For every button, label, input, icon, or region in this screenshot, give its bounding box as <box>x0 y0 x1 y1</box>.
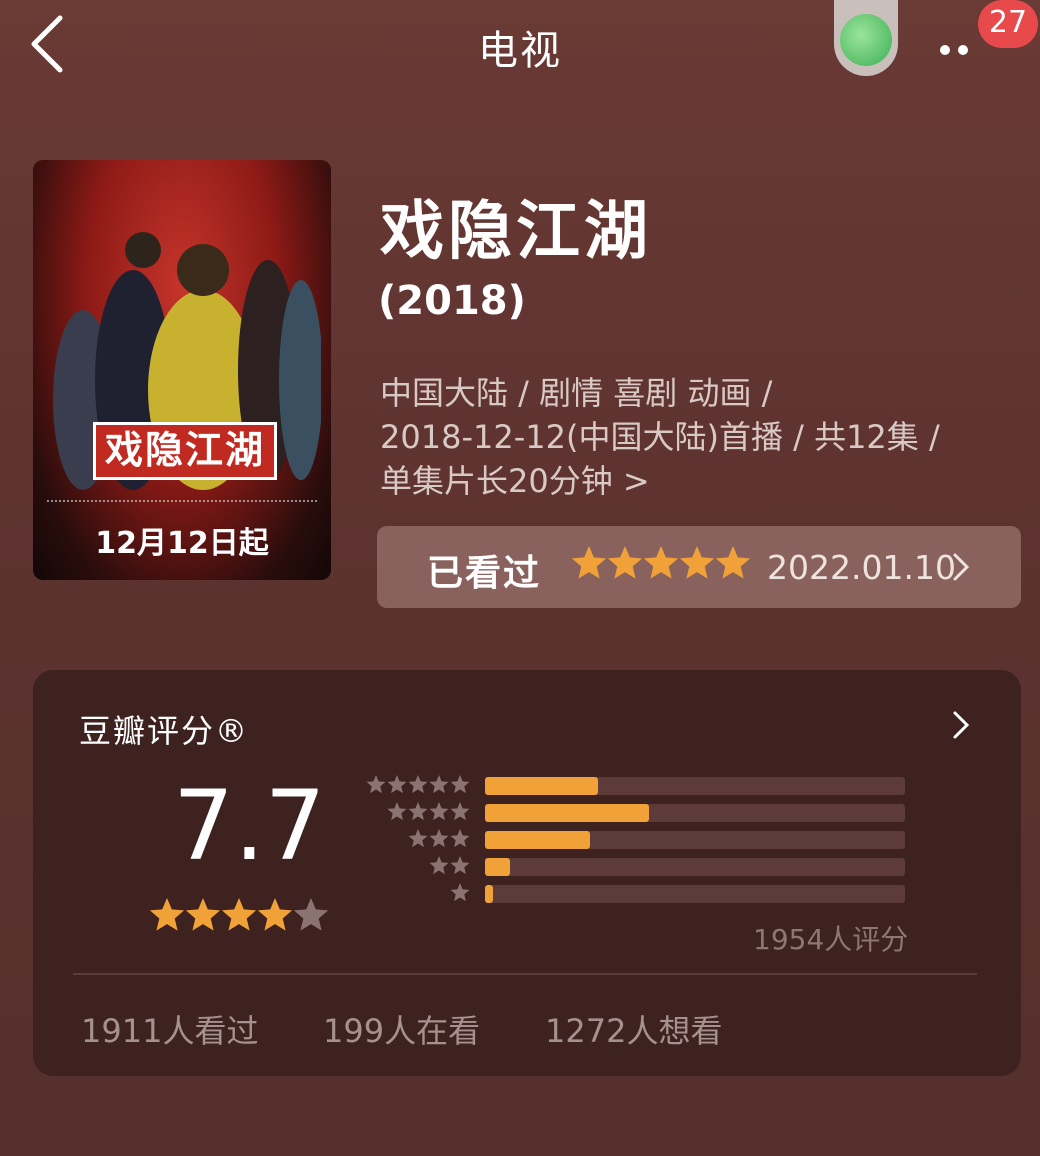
rating-bar-fill <box>485 777 599 795</box>
divider <box>73 973 977 975</box>
want-count[interactable]: 1272人想看 <box>545 1006 722 1052</box>
rating-bar-track <box>485 858 905 876</box>
star-icon <box>450 856 470 875</box>
watched-date: 2022.01.10 <box>767 548 956 587</box>
star-icon <box>679 546 715 579</box>
star-icon <box>257 898 293 931</box>
star-icon <box>366 775 386 794</box>
star-icon <box>643 546 679 579</box>
douban-rating-header: 豆瓣评分® <box>79 712 250 750</box>
poster-date: 12月12日起 <box>95 526 269 561</box>
show-year: (2018) <box>378 278 526 324</box>
row-stars <box>366 775 470 794</box>
rating-row-3-star <box>363 829 963 855</box>
rating-bar-track <box>485 831 905 849</box>
show-title: 戏隐江湖 <box>380 195 652 269</box>
mini-app-icon[interactable] <box>834 0 898 76</box>
poster-image[interactable]: 戏隐江湖 12月12日起 <box>33 160 331 580</box>
star-icon <box>387 775 407 794</box>
row-stars <box>408 829 470 848</box>
poster-logo: 戏隐江湖 <box>93 422 277 480</box>
row-stars <box>387 802 470 821</box>
star-icon <box>408 775 428 794</box>
rating-row-2-star <box>363 856 963 882</box>
row-stars <box>429 856 470 875</box>
star-icon <box>450 883 470 902</box>
star-icon <box>607 546 643 579</box>
rating-bar-fill <box>485 804 649 822</box>
star-icon <box>429 829 449 848</box>
rating-bar-track <box>485 885 905 903</box>
rating-count: 1954人评分 <box>753 923 909 956</box>
star-icon <box>429 775 449 794</box>
star-icon <box>450 802 470 821</box>
user-rating-stars <box>571 546 751 579</box>
star-icon <box>450 775 470 794</box>
chevron-right-icon <box>953 553 970 581</box>
star-icon <box>429 802 449 821</box>
star-icon <box>387 802 407 821</box>
star-icon <box>450 829 470 848</box>
score-stars <box>149 898 329 931</box>
rating-bar-track <box>485 804 905 822</box>
star-icon <box>715 546 751 579</box>
douban-rating-card[interactable]: 豆瓣评分® 7.7 1954人评分 1911人看过 199人在看 1272人想看 <box>33 670 1021 1076</box>
row-stars <box>450 883 470 902</box>
watched-label: 已看过 <box>427 553 542 594</box>
star-icon <box>149 898 185 931</box>
star-icon <box>408 802 428 821</box>
watched-status-button[interactable]: 已看过 2022.01.10 <box>377 526 1021 608</box>
watched-count[interactable]: 1911人看过 <box>81 1006 258 1052</box>
watching-count[interactable]: 199人在看 <box>323 1006 480 1052</box>
star-icon <box>571 546 607 579</box>
more-options-icon[interactable] <box>940 40 980 55</box>
rating-bar-track <box>485 777 905 795</box>
star-icon <box>293 898 329 931</box>
rating-bar-fill <box>485 831 590 849</box>
chevron-right-icon[interactable] <box>951 710 971 740</box>
rating-row-4-star <box>363 802 963 828</box>
star-icon <box>221 898 257 931</box>
star-icon <box>429 856 449 875</box>
meta-line-duration[interactable]: 单集片长20分钟 > <box>380 456 1000 502</box>
meta-line-premiere: 2018-12-12(中国大陆)首播 / 共12集 / <box>380 418 940 456</box>
rating-row-5-star <box>363 775 963 801</box>
rating-bar-fill <box>485 885 494 903</box>
rating-bar-fill <box>485 858 511 876</box>
top-bar: 电视 27 <box>0 0 1040 100</box>
star-icon <box>408 829 428 848</box>
star-icon <box>185 898 221 931</box>
douban-score: 7.7 <box>173 770 326 882</box>
rating-row-1-star <box>363 883 963 909</box>
notification-badge: 27 <box>978 0 1038 48</box>
meta-line-genre: 中国大陆 / 剧情 喜剧 动画 / <box>380 374 773 412</box>
